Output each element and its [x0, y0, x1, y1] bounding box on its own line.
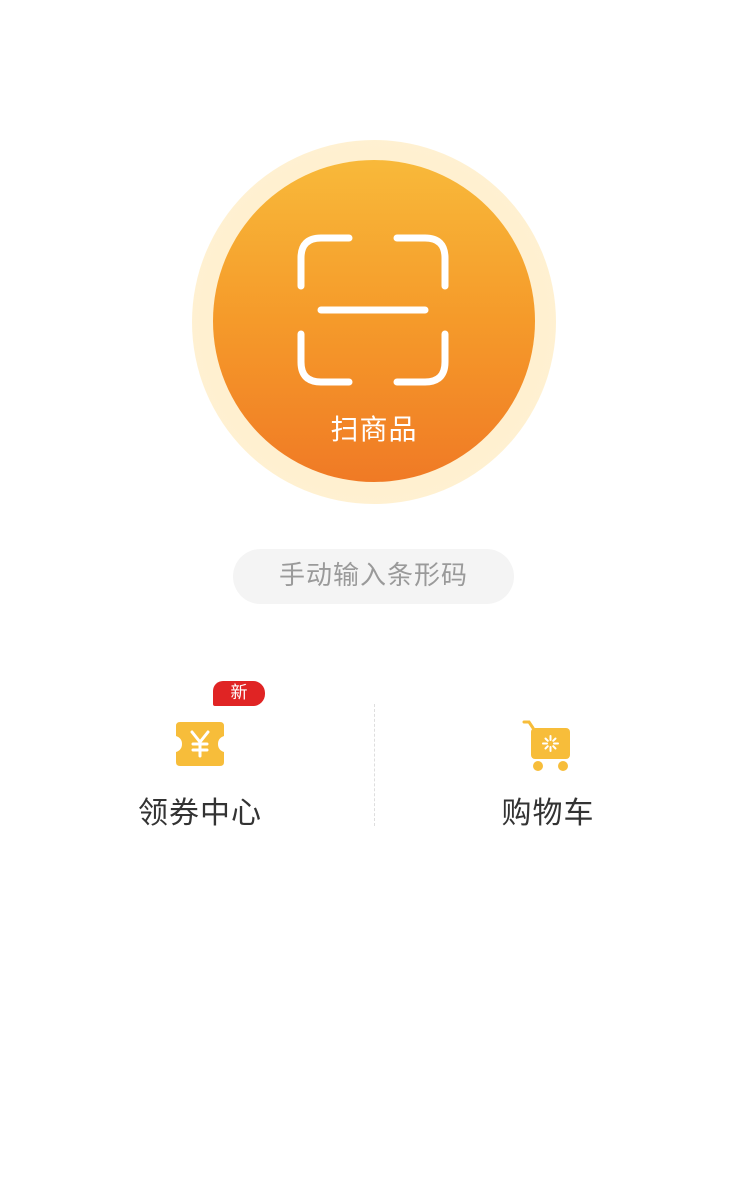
shopping-cart-label: 购物车	[501, 796, 595, 831]
new-badge: 新	[213, 681, 265, 706]
scan-frame-icon	[297, 234, 449, 386]
coupon-center-label: 领券中心	[138, 796, 262, 831]
scan-label: 扫商品	[330, 413, 418, 446]
shopping-cart-entry[interactable]: 购物车	[398, 672, 698, 842]
coupon-center-entry[interactable]: 新 领券中心	[50, 672, 350, 842]
shopping-cart-icon	[522, 720, 570, 771]
manual-barcode-input-button[interactable]: 手动输入条形码	[233, 549, 514, 604]
entry-divider	[374, 704, 375, 826]
scan-product-button[interactable]: 扫商品	[213, 160, 535, 482]
